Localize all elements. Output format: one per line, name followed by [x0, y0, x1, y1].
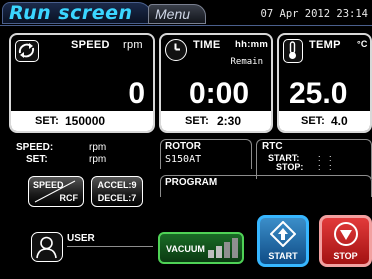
user-icon[interactable] — [31, 232, 63, 262]
stop-label: STOP — [333, 251, 358, 261]
rcf-set-label: SET: — [26, 154, 48, 165]
accel-decel-button[interactable]: ACCEL:9 DECEL:7 — [91, 176, 143, 207]
vacuum-level-icon — [208, 238, 238, 258]
rtc-title: RTC — [262, 141, 283, 152]
thermometer-icon — [283, 39, 303, 63]
temp-title: TEMP — [309, 39, 341, 51]
speed-value: 0 — [128, 77, 145, 110]
speed-unit: rpm — [123, 39, 143, 51]
speed-rcf-top-label: SPEED — [33, 180, 64, 190]
time-set-label: SET: — [185, 115, 209, 127]
tab-menu[interactable]: Menu — [148, 4, 206, 24]
rotor-value: S150AT — [165, 154, 202, 165]
header-divider — [0, 25, 372, 26]
rtc-stop-value: : : — [318, 162, 335, 172]
time-set-value: 2:30 — [217, 114, 242, 128]
stop-button[interactable]: STOP — [319, 215, 372, 267]
accel-label: ACCEL:9 — [97, 180, 137, 190]
speed-set-label: SET: — [35, 115, 59, 127]
decel-label: DECEL:7 — [97, 193, 137, 203]
temp-unit: °C — [357, 39, 368, 49]
rcf-set-unit: rpm — [89, 154, 107, 165]
temp-value: 25.0 — [289, 77, 348, 110]
clock-readout: 07 Apr 2012 23:14 — [260, 8, 368, 20]
clock-icon — [165, 39, 187, 61]
start-icon — [270, 221, 296, 247]
speed-rcf-toggle-button[interactable]: SPEED RCF — [28, 176, 84, 207]
rtc-stop-label: STOP: — [276, 162, 304, 172]
vacuum-label: VACUUM — [166, 244, 205, 254]
time-panel[interactable]: TIME hh:mm Remain 0:00 SET: 2:30 — [159, 33, 273, 133]
rotor-title: ROTOR — [165, 141, 201, 152]
speed-rcf-bottom-label: RCF — [59, 193, 79, 203]
header-bar: Run screen Menu 07 Apr 2012 23:14 — [0, 0, 372, 26]
time-title: TIME — [193, 39, 221, 51]
start-button[interactable]: START — [257, 215, 309, 267]
vacuum-button[interactable]: VACUUM — [158, 232, 244, 264]
speed-title: SPEED — [71, 39, 110, 51]
temp-set-value: 4.0 — [331, 114, 348, 128]
temp-panel[interactable]: TEMP °C 25.0 SET: 4.0 — [277, 33, 372, 133]
time-set-bar: SET: 2:30 — [161, 111, 271, 131]
user-label: USER — [67, 233, 95, 244]
speed-set-value: 150000 — [65, 114, 106, 128]
temp-set-label: SET: — [301, 115, 325, 127]
temp-set-bar: SET: 4.0 — [279, 111, 370, 131]
tab-run-screen[interactable]: Run screen — [2, 2, 152, 24]
time-remain-label: Remain — [230, 57, 263, 67]
time-unit: hh:mm — [235, 39, 269, 50]
rcf-speed-label: SPEED: — [16, 142, 54, 153]
program-title: PROGRAM — [165, 177, 218, 188]
time-value: 0:00 — [189, 77, 250, 110]
rotate-icon — [15, 40, 39, 62]
user-divider — [67, 246, 153, 247]
start-label: START — [268, 251, 298, 261]
stop-icon — [334, 222, 358, 246]
rcf-speed-unit: rpm — [89, 142, 107, 153]
speed-panel[interactable]: SPEED rpm 0 SET: 150000 — [9, 33, 155, 133]
speed-set-bar: SET: 150000 — [11, 111, 153, 131]
